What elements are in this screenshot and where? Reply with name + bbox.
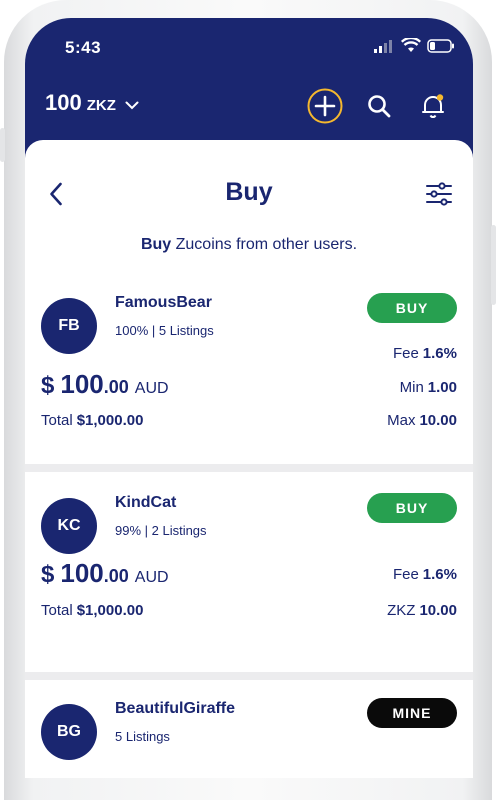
total-label: Total (41, 412, 73, 429)
search-button[interactable] (361, 88, 397, 124)
fee-label: Fee (392, 345, 419, 362)
seller-meta: 100% | 5 Listings (115, 323, 214, 338)
price-currency: AUD (134, 569, 169, 586)
fee-info: Fee 1.6% (393, 345, 457, 362)
listing-card[interactable]: FB FamousBear 100% | 5 Listings BUY Fee 1… (25, 280, 473, 464)
phone-side-button-right (491, 225, 496, 305)
amount-value: 10.00 (419, 602, 457, 619)
total-value: $1,000.00 (76, 412, 144, 429)
filter-sliders-icon (426, 182, 452, 206)
subtitle-bold: Buy (140, 236, 172, 253)
plus-circle-icon (307, 88, 343, 124)
price-int: 100 (60, 558, 104, 588)
seller-meta: 5 Listings (115, 729, 170, 744)
amount-info: ZKZ 10.00 (387, 602, 457, 619)
page-subtitle: Buy Zucoins from other users. (25, 236, 473, 254)
balance-amount: 100 (45, 90, 82, 115)
seller-name: BeautifulGiraffe (115, 700, 236, 717)
header-actions (307, 88, 451, 124)
max-value: 10.00 (419, 412, 457, 429)
bell-icon (422, 94, 444, 118)
signal-icon (374, 39, 392, 53)
status-icons (373, 38, 455, 53)
mine-badge[interactable]: MINE (367, 698, 457, 728)
avatar: FB (41, 298, 97, 354)
avatar: KC (41, 498, 97, 554)
seller-meta: 99% | 2 Listings (115, 523, 207, 538)
price: $100.00 AUD (41, 369, 169, 400)
phone-screen: 5:43 100 ZKZ Buy Buy Zucoins from other … (25, 18, 473, 778)
fee-label: Fee (392, 566, 419, 583)
listing-card[interactable]: KC KindCat 99% | 2 Listings BUY $100.00 A… (25, 472, 473, 672)
avatar: BG (41, 704, 97, 760)
total-value: $1,000.00 (76, 602, 144, 619)
divider (25, 464, 473, 472)
min-value: 1.00 (427, 379, 457, 396)
notifications-button[interactable] (415, 88, 451, 124)
min-label: Min (399, 379, 424, 396)
price-int: 100 (60, 369, 104, 399)
max-label: Max (387, 412, 416, 429)
price-decimals: .00 (103, 377, 129, 397)
price-decimals: .00 (103, 566, 129, 586)
status-time: 5:43 (65, 38, 102, 57)
balance-selector[interactable]: 100 ZKZ (45, 90, 139, 116)
divider (25, 672, 473, 680)
price-symbol: $ (41, 561, 55, 588)
price-symbol: $ (41, 372, 55, 399)
buy-button[interactable]: BUY (367, 493, 457, 523)
battery-icon (427, 38, 454, 53)
subtitle-rest: Zucoins from other users. (171, 236, 358, 253)
balance-currency: ZKZ (86, 97, 116, 114)
total-info: Total $1,000.00 (41, 602, 143, 619)
search-icon (368, 95, 391, 118)
filter-button[interactable] (423, 178, 455, 210)
total-label: Total (41, 602, 73, 619)
fee-info: Fee 1.6% (393, 566, 457, 583)
wifi-icon (401, 38, 421, 52)
total-info: Total $1,000.00 (41, 412, 143, 429)
content-sheet: Buy Buy Zucoins from other users. FB Fam… (25, 140, 473, 778)
fee-value: 1.6% (422, 345, 457, 362)
price: $100.00 AUD (41, 558, 169, 589)
min-info: Min 1.00 (400, 379, 457, 396)
page-title: Buy (225, 178, 273, 206)
seller-name: FamousBear (115, 294, 212, 311)
phone-side-button-left (0, 128, 5, 162)
buy-button[interactable]: BUY (367, 293, 457, 323)
listing-card[interactable]: BG BeautifulGiraffe 5 Listings MINE (25, 680, 473, 778)
chevron-down-icon (125, 101, 139, 110)
add-button[interactable] (307, 88, 343, 124)
amount-label: ZKZ (387, 602, 416, 619)
page-topbar: Buy (25, 172, 473, 216)
price-currency: AUD (134, 380, 169, 397)
seller-name: KindCat (115, 494, 177, 511)
max-info: Max 10.00 (387, 412, 457, 429)
fee-value: 1.6% (422, 566, 457, 583)
